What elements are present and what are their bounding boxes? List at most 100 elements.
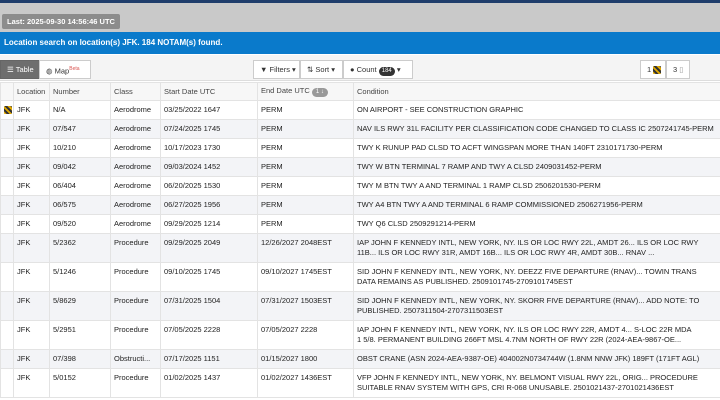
number-cell: 09/042 [49, 157, 111, 177]
sort-order-badge: 1 ↓ [311, 88, 328, 97]
class-cell: Aerodrome [110, 100, 161, 120]
end-date-cell: 12/26/2027 2048EST [257, 233, 354, 263]
end-date-cell: 07/31/2027 1503EST [257, 291, 354, 321]
table-view-button[interactable]: ☰ Table [0, 60, 41, 79]
list-icon: ☰ [7, 65, 14, 74]
end-date-cell: 01/02/2027 1436EST [257, 368, 354, 398]
banner-text: Location search on location(s) JFK. 184 … [4, 38, 223, 47]
end-date-cell: PERM [257, 195, 354, 215]
column-header[interactable]: Location [13, 82, 50, 101]
class-cell: Aerodrome [110, 195, 161, 215]
toolbar: ☰ Table ◍ MapBeta ▼ Filters ▾ ⇅ Sort ▾ ●… [0, 55, 720, 81]
location-cell: JFK [13, 176, 50, 196]
column-header[interactable] [0, 82, 14, 101]
number-cell: 5/8629 [49, 291, 111, 321]
row-icon-cell [0, 368, 14, 398]
start-date-cell: 01/02/2025 1437 [160, 368, 258, 398]
condition-cell: SID JOHN F KENNEDY INTL, NEW YORK, NY. D… [353, 262, 720, 292]
number-cell: 10/210 [49, 138, 111, 158]
condition-cell: VFP JOHN F KENNEDY INTL, NEW YORK, NY. B… [353, 368, 720, 398]
start-date-cell: 07/17/2025 1151 [160, 349, 258, 369]
location-cell: JFK [13, 262, 50, 292]
filters-button[interactable]: ▼ Filters ▾ [253, 60, 300, 79]
circle-icon: ● [350, 65, 355, 74]
end-date-cell: PERM [257, 119, 354, 139]
end-date-cell: 01/15/2027 1800 [257, 349, 354, 369]
count-button[interactable]: ● Count 184 ▾ [343, 60, 413, 79]
table-row[interactable]: JFK 5/0152 Procedure 01/02/2025 1437 01/02/2… [0, 368, 720, 398]
end-date-cell: PERM [257, 100, 354, 120]
table-row[interactable]: JFK 5/1246 Procedure 09/10/2025 1745 09/10/2… [0, 262, 720, 292]
table-row[interactable]: JFK N/A Aerodrome 03/25/2022 1647 PERM ON AIR… [0, 100, 720, 120]
class-cell: Procedure [110, 262, 161, 292]
caret-down-icon: ▾ [396, 65, 401, 74]
table-row[interactable]: JFK 06/575 Aerodrome 06/27/2025 1956 PERM TWY… [0, 195, 720, 215]
number-cell: 09/520 [49, 214, 111, 234]
end-date-cell: PERM [257, 157, 354, 177]
column-header[interactable]: Start Date UTC [160, 82, 258, 101]
row-icon-cell [0, 138, 14, 158]
caret-down-icon: ▾ [292, 65, 296, 74]
condition-cell: SID JOHN F KENNEDY INTL, NEW YORK, NY. S… [353, 291, 720, 321]
condition-cell: TWY M BTN TWY A AND TERMINAL 1 RAMP CLSD… [353, 176, 720, 196]
hazard-icon [653, 66, 662, 75]
location-cell: JFK [13, 368, 50, 398]
class-cell: Procedure [110, 368, 161, 398]
class-cell: Aerodrome [110, 214, 161, 234]
end-date-cell: PERM [257, 138, 354, 158]
table-row[interactable]: JFK 09/042 Aerodrome 09/03/2024 1452 PERM TWY… [0, 157, 720, 177]
column-header[interactable]: Class [110, 82, 161, 101]
number-cell: 5/2951 [49, 320, 111, 350]
number-cell: 06/404 [49, 176, 111, 196]
start-date-cell: 07/05/2025 2228 [160, 320, 258, 350]
row-icon-cell [0, 291, 14, 321]
table-row[interactable]: JFK 09/520 Aerodrome 09/29/2025 1214 PERM TWY… [0, 214, 720, 234]
condition-cell: IAP JOHN F KENNEDY INTL, NEW YORK, NY. I… [353, 320, 720, 350]
condition-cell: ON AIRPORT - SEE CONSTRUCTION GRAPHIC [353, 100, 720, 120]
number-cell: 07/398 [49, 349, 111, 369]
number-cell: 5/0152 [49, 368, 111, 398]
construction-icon [4, 106, 12, 115]
table-row[interactable]: JFK 07/398 Obstructi... 07/17/2025 1151 01/1… [0, 349, 720, 369]
condition-cell: TWY Q6 CLSD 2509291214-PERM [353, 214, 720, 234]
column-header[interactable]: Number [49, 82, 111, 101]
row-icon-cell [0, 320, 14, 350]
end-date-cell: 09/10/2027 1745EST [257, 262, 354, 292]
class-cell: Obstructi... [110, 349, 161, 369]
condition-cell: TWY A4 BTN TWY A AND TERMINAL 6 RAMP COM… [353, 195, 720, 215]
condition-cell: IAP JOHN F KENNEDY INTL, NEW YORK, NY. I… [353, 233, 720, 263]
table-row[interactable]: JFK 10/210 Aerodrome 10/17/2023 1730 PERM TWY… [0, 138, 720, 158]
location-cell: JFK [13, 119, 50, 139]
class-cell: Procedure [110, 291, 161, 321]
table-row[interactable]: JFK 5/2362 Procedure 09/29/2025 2049 12/26/2… [0, 233, 720, 263]
document-filter-button[interactable]: 3 ▯ [666, 60, 690, 79]
row-icon-cell [0, 119, 14, 139]
start-date-cell: 03/25/2022 1647 [160, 100, 258, 120]
table-row[interactable]: JFK 5/8629 Procedure 07/31/2025 1504 07/31/2… [0, 291, 720, 321]
location-cell: JFK [13, 138, 50, 158]
status-bar: Last: 2025-09-30 14:56:46 UTC [0, 3, 720, 32]
location-cell: JFK [13, 291, 50, 321]
condition-cell: TWY K RUNUP PAD CLSD TO ACFT WINGSPAN MO… [353, 138, 720, 158]
column-header[interactable]: Condition [353, 82, 720, 101]
location-cell: JFK [13, 100, 50, 120]
table-row[interactable]: JFK 06/404 Aerodrome 06/20/2025 1530 PERM TWY… [0, 176, 720, 196]
number-cell: 07/547 [49, 119, 111, 139]
condition-cell: OBST CRANE (ASN 2024-AEA-9387-OE) 404002… [353, 349, 720, 369]
location-cell: JFK [13, 195, 50, 215]
number-cell: 5/1246 [49, 262, 111, 292]
start-date-cell: 06/27/2025 1956 [160, 195, 258, 215]
map-view-button[interactable]: ◍ MapBeta [39, 60, 91, 79]
table-row[interactable]: JFK 07/547 Aerodrome 07/24/2025 1745 PERM NAV… [0, 119, 720, 139]
location-cell: JFK [13, 157, 50, 177]
start-date-cell: 07/24/2025 1745 [160, 119, 258, 139]
location-cell: JFK [13, 233, 50, 263]
search-result-banner: Location search on location(s) JFK. 184 … [0, 32, 720, 54]
row-icon-cell [0, 100, 14, 120]
location-cell: JFK [13, 349, 50, 369]
location-cell: JFK [13, 214, 50, 234]
column-header[interactable]: End Date UTC 1 ↓ [257, 82, 354, 101]
hazard-filter-button[interactable]: 1 [640, 60, 666, 79]
table-row[interactable]: JFK 5/2951 Procedure 07/05/2025 2228 07/05/2… [0, 320, 720, 350]
sort-button[interactable]: ⇅ Sort ▾ [300, 60, 343, 79]
